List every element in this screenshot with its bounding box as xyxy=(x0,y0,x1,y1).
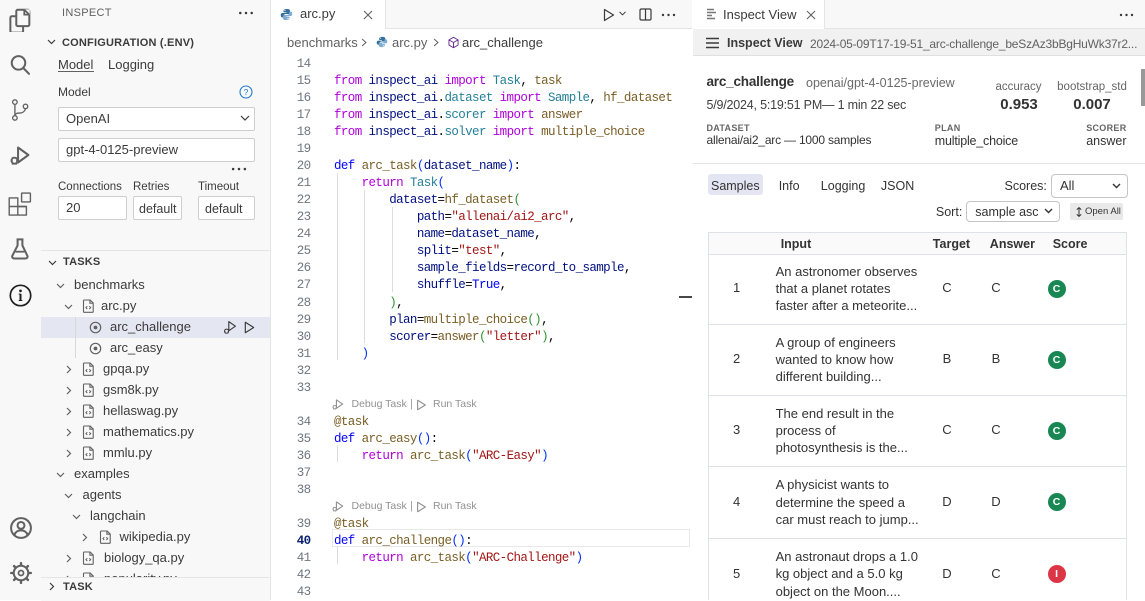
svg-text:?: ? xyxy=(244,87,249,97)
